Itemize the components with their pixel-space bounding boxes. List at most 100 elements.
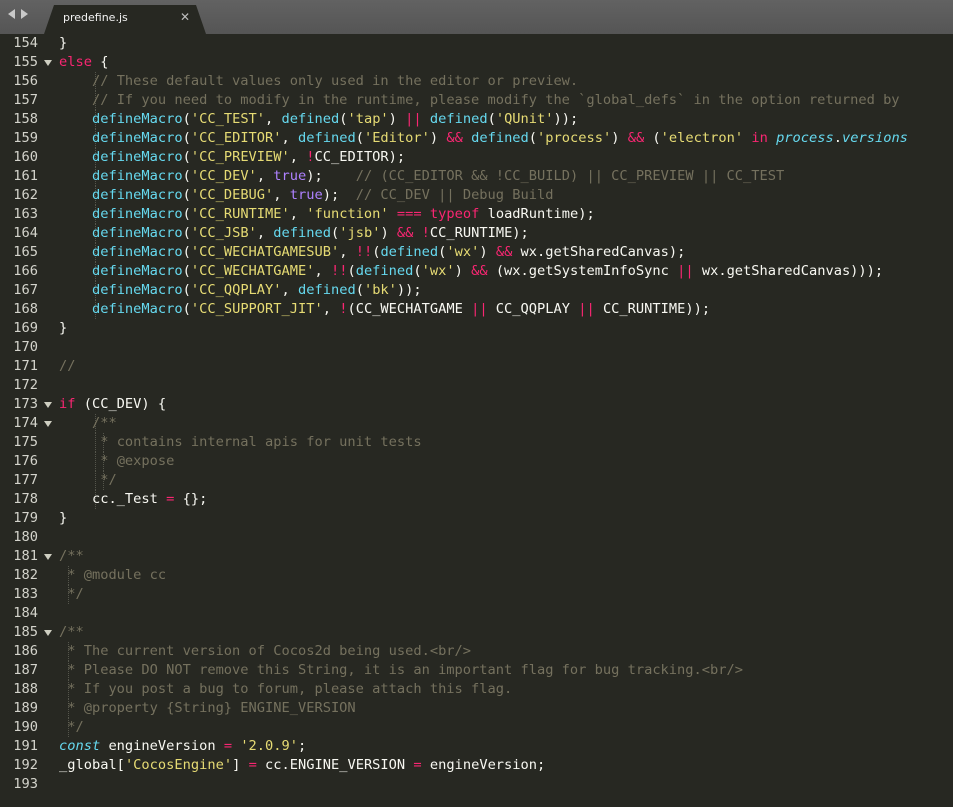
line-number: 192 [13,757,38,773]
code-line: 166 defineMacro('CC_WECHATGAME', !!(defi… [0,262,953,281]
code-token: wx.getSharedCanvas))); [693,263,884,279]
code-token: ) [429,130,447,146]
code-token: ( [413,263,422,279]
close-icon[interactable]: ✕ [180,10,190,24]
code-token: /** [91,415,117,431]
code-token: , [265,111,282,127]
code-token: 'CC_RUNTIME' [190,206,290,222]
code-editor[interactable]: 154} 155 else {156 // These default values… [0,34,953,807]
code-token: , [273,187,290,203]
code-token: 'QUnit' [495,111,554,127]
code-token: !! [355,244,373,260]
code-line: 163 defineMacro('CC_RUNTIME', 'function'… [0,205,953,224]
code-line: 184 [0,604,953,623]
code-token: 'jsb' [339,225,381,241]
code-token: typeof [429,206,480,222]
code-line: 192 _global['CocosEngine'] = cc.ENGINE_VE… [0,756,953,775]
code-token: ( [182,130,191,146]
code-text: * If you post a bug to forum, please att… [59,680,512,699]
code-text: } [59,509,67,528]
fold-arrow-icon[interactable] [44,402,52,408]
code-text: */ [59,718,84,737]
code-token: '2.0.9' [240,738,298,754]
code-line: 159 defineMacro('CC_EDITOR', defined('Ed… [0,129,953,148]
nav-forward-icon[interactable] [21,9,28,19]
line-number: 181 [13,548,38,564]
fold-arrow-icon[interactable] [44,554,52,560]
code-token: * If you post a bug to forum, please att… [59,681,513,697]
code-token: || [405,111,422,127]
line-number: 169 [13,320,38,336]
code-token: && [446,130,463,146]
code-token: ( [528,130,538,146]
line-number: 164 [13,225,38,241]
code-token: ) [611,130,628,146]
fold-arrow-icon[interactable] [44,421,52,427]
code-token: ) [454,263,472,279]
code-token: ( [487,111,496,127]
line-number: 167 [13,282,38,298]
code-token: ); [306,168,356,184]
line-number: 165 [13,244,38,260]
code-line: 156 // These default values only used in… [0,72,953,91]
code-line: 174 /** [0,414,953,433]
code-line: 172 [0,376,953,395]
fold-arrow-icon[interactable] [44,60,52,66]
code-line: 191 const engineVersion = '2.0.9'; [0,737,953,756]
code-text: */ [59,471,117,490]
code-token: 'CC_DEBUG' [190,187,274,203]
code-line: 173 if (CC_DEV) { [0,395,953,414]
code-text: * @expose [59,452,174,471]
tab-predefine-js[interactable]: predefine.js ✕ [44,5,206,34]
code-token: 'CC_DEV' [190,168,257,184]
line-number: 154 [13,35,38,51]
code-line: 165 defineMacro('CC_WECHATGAMESUB', !!(d… [0,243,953,262]
code-token: defined [273,225,331,241]
fold-arrow-icon[interactable] [44,630,52,636]
code-token: // [59,358,76,374]
code-token: * @expose [91,453,175,469]
line-number: 175 [13,434,38,450]
code-token: cc.ENGINE_VERSION [256,757,414,773]
code-token: 'CC_WECHATGAMESUB' [190,244,340,260]
code-token: defineMacro [91,187,183,203]
line-number: 158 [13,111,38,127]
code-token: ) [380,225,397,241]
code-token: . [833,130,842,146]
code-token: // CC_DEV || Debug Build [355,187,554,203]
code-token: ( [182,244,191,260]
line-number: 161 [13,168,38,184]
code-text: * The current version of Cocos2d being u… [59,642,471,661]
code-token: = [223,738,233,754]
code-token: || [677,263,694,279]
line-number: 163 [13,206,38,222]
code-token: engineVersion; [421,757,546,773]
code-token: defineMacro [91,130,183,146]
code-token: process [776,130,834,146]
code-line: 186 * The current version of Cocos2d bei… [0,642,953,661]
code-token: 'CC_JSB' [190,225,257,241]
nav-back-icon[interactable] [8,9,15,19]
code-token: ( [182,187,191,203]
code-token: ( [182,301,191,317]
code-token: 'Editor' [363,130,430,146]
code-token: defineMacro [91,282,183,298]
code-text: const engineVersion = '2.0.9'; [59,737,306,756]
code-token: , [281,282,299,298]
code-token: defineMacro [91,149,183,165]
code-line: 168 defineMacro('CC_SUPPORT_JIT', !(CC_W… [0,300,953,319]
code-token: ); [322,187,356,203]
code-token: defineMacro [91,301,183,317]
code-token: && [396,225,414,241]
code-token: && [495,244,513,260]
line-number: 172 [13,377,38,393]
code-token: && [471,263,488,279]
code-token: * The current version of Cocos2d being u… [59,643,472,659]
